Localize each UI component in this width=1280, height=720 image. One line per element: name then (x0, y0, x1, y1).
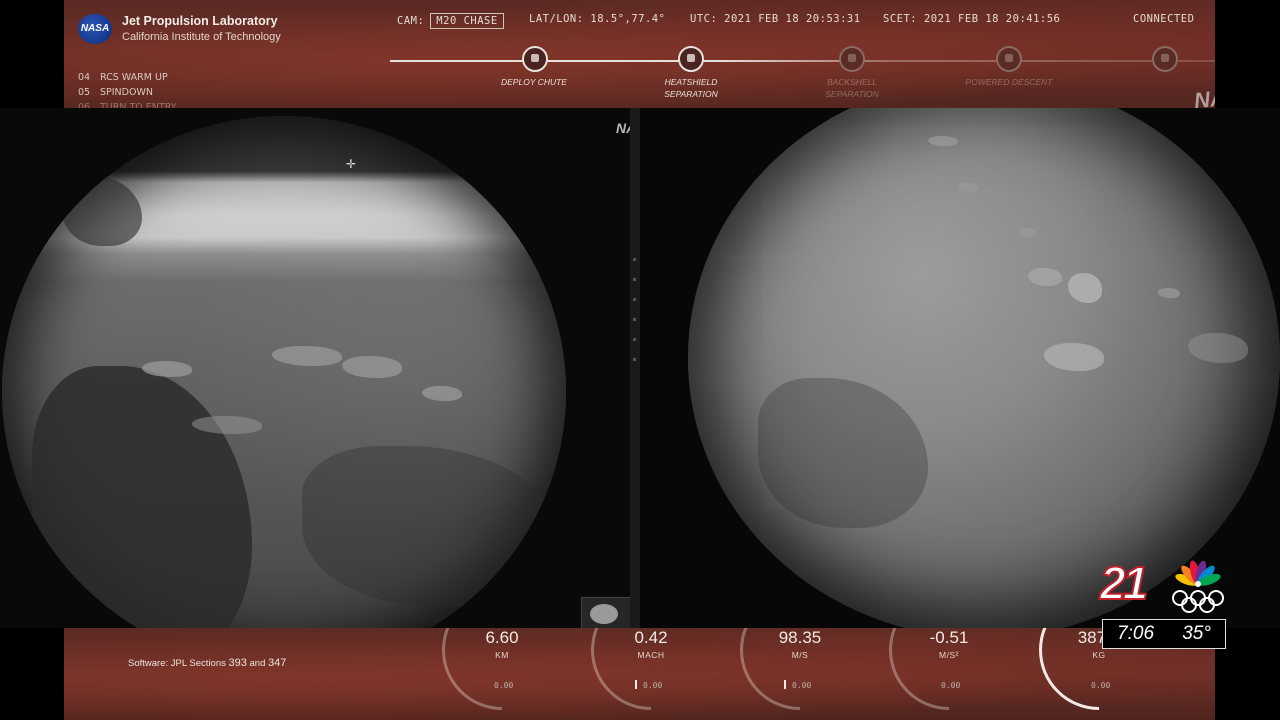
timeline-label: HEATSHIELD SEPARATION (664, 77, 718, 99)
org-title: Jet Propulsion Laboratory (122, 14, 278, 28)
temperature: 35° (1182, 623, 1211, 644)
camera-readout: CAM: M20 CHASE (397, 13, 504, 29)
camera-feed-left: ✛ NASA (0, 108, 630, 628)
connection-status: CONNECTED (1133, 13, 1195, 25)
camera-selector[interactable]: M20 CHASE (430, 13, 504, 29)
fisheye-image-right (688, 108, 1280, 628)
crosshair-icon: ✛ (346, 157, 357, 171)
event-item: 05 SPINDOWN (78, 87, 153, 98)
pane-divider (630, 108, 640, 628)
nasa-watermark-small: NASA (616, 120, 630, 136)
fisheye-image-left (2, 116, 566, 628)
mach-gauge: 0.42 MACH 0.00 (566, 628, 736, 720)
scet-readout: SCET: 2021 FEB 18 20:41:56 (883, 13, 1061, 25)
timeline-label: DEPLOY CHUTE (501, 77, 567, 87)
clock-time: 7:06 (1117, 623, 1155, 644)
altitude-gauge: 6.60 KM 0.00 (417, 628, 587, 720)
olympic-rings-icon (1172, 590, 1224, 613)
velocity-gauge: 98.35 M/S 0.00 (715, 628, 885, 720)
nbc-peacock-icon (1175, 560, 1221, 587)
nasa-watermark: NASA (1192, 81, 1215, 108)
time-temp-display: 7:06 35° (1102, 619, 1226, 649)
telemetry-footer: Software: JPL Sections 393 and 347 6.60 K… (64, 628, 1215, 720)
org-subtitle: California Institute of Technology (122, 31, 281, 43)
thumbnail-preview[interactable] (581, 597, 630, 628)
heatshield-icon (678, 46, 704, 72)
channel-number: 21 (1099, 556, 1149, 610)
event-item: 04 RCS WARM UP (78, 72, 168, 83)
utc-readout: UTC: 2021 FEB 18 20:53:31 (690, 13, 861, 25)
parachute-icon (522, 46, 548, 72)
camera-feed-right (640, 108, 1280, 628)
nasa-logo: NASA (78, 14, 112, 44)
latlon-readout: LAT/LON: 18.5°,77.4° (529, 13, 666, 25)
software-credit: Software: JPL Sections 393 and 347 (128, 657, 287, 669)
skycrane-icon (1152, 46, 1178, 72)
acceleration-gauge: -0.51 M/S² 0.00 (864, 628, 1034, 720)
event-list: 04 RCS WARM UP 05 SPINDOWN 06 TURN TO ENTRY (78, 70, 177, 108)
backshell-icon (839, 46, 865, 72)
timeline-label: POWERED DESCENT (965, 77, 1053, 87)
timeline-track (390, 60, 1215, 62)
mission-header: NASA Jet Propulsion Laboratory Californi… (64, 0, 1215, 108)
event-item: 06 TURN TO ENTRY (78, 102, 177, 108)
descent-icon (996, 46, 1022, 72)
timeline-label: BACKSHELL SEPARATION (825, 77, 879, 99)
